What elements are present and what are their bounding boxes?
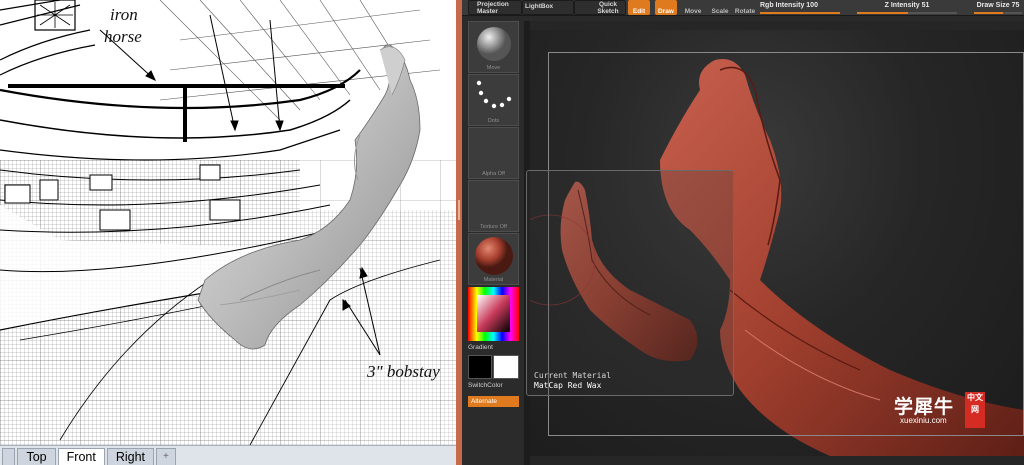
texture-caption: Texture Off	[480, 224, 507, 230]
watermark-chinese-text: 学犀牛	[894, 396, 955, 418]
material-tile[interactable]: Material	[468, 233, 519, 285]
brush-move-tile[interactable]: Move	[468, 21, 519, 73]
front-viewport[interactable]: iron horse 3" bobstay Top Front Right +	[0, 0, 456, 465]
secondary-color-swatch[interactable]	[493, 355, 519, 379]
gradient-label: Gradient	[468, 344, 493, 351]
add-tab-icon[interactable]: +	[156, 448, 176, 465]
tab-right[interactable]: Right	[106, 448, 155, 465]
iron-horse-label-line1: iron	[110, 5, 138, 24]
projection-master-button[interactable]: Projection Master	[468, 0, 522, 15]
rotate-button[interactable]: Rotate	[734, 0, 756, 15]
stroke-dots-tile[interactable]: Dots	[468, 74, 519, 126]
z-intensity-label: Z Intensity 51	[884, 2, 930, 9]
draw-button[interactable]: Draw	[655, 0, 677, 15]
move-caption: Move	[486, 65, 501, 71]
watermark-url: xuexiniu.com	[900, 416, 947, 425]
draw-size-label: Draw Size 75	[976, 2, 1020, 9]
draw-size-slider[interactable]: Draw Size 75	[974, 2, 1022, 14]
tab-left-arrow[interactable]	[2, 448, 16, 465]
main-color-swatch[interactable]	[468, 355, 492, 379]
dots-stroke-icon	[476, 80, 512, 109]
rgb-intensity-slider[interactable]: Rgb Intensity 100	[760, 2, 840, 14]
watermark-logo: 学犀牛 xuexiniu.com 中文网	[892, 392, 988, 430]
alpha-tile[interactable]: Alpha Off	[468, 127, 519, 179]
tab-front[interactable]: Front	[57, 448, 105, 465]
viewport-tab-bar: Top Front Right +	[0, 445, 456, 465]
watermark-badge: 中文网	[965, 392, 985, 428]
quick-sketch-button[interactable]: Quick Sketch	[574, 0, 626, 15]
z-intensity-slider[interactable]: Z Intensity 51	[857, 2, 957, 14]
color-picker-swatch	[468, 287, 519, 341]
edit-button[interactable]: Edit	[628, 0, 650, 15]
tray-divider	[462, 16, 1024, 21]
texture-tile[interactable]: Texture Off	[468, 180, 519, 232]
screenshot-root: iron horse 3" bobstay Top Front Right + …	[0, 0, 1024, 465]
zbrush-top-shelf: Projection Master LightBox Quick Sketch …	[462, 0, 1024, 16]
current-material-name: MatCap Red Wax	[534, 381, 602, 390]
bobstay-label: 3" bobstay	[367, 362, 440, 381]
rgb-intensity-label: Rgb Intensity 100	[760, 2, 818, 9]
move-brush-icon	[477, 27, 511, 61]
alternate-button[interactable]: Alternate	[468, 396, 519, 407]
left-shelf: Move Dots Alpha Off Texture Off Material	[462, 21, 524, 465]
material-caption: Material	[483, 277, 504, 283]
iron-horse-label-line2: horse	[104, 27, 142, 46]
scale-button[interactable]: Scale	[709, 0, 731, 15]
lightbox-button[interactable]: LightBox	[522, 0, 574, 15]
material-sphere-icon	[475, 237, 513, 275]
material-preview-popup	[526, 170, 734, 396]
dots-caption: Dots	[487, 118, 500, 124]
color-picker[interactable]	[468, 287, 519, 341]
current-material-label: Current Material	[534, 371, 612, 380]
tab-top[interactable]: Top	[17, 448, 56, 465]
alpha-caption: Alpha Off	[482, 171, 505, 177]
move-button[interactable]: Move	[682, 0, 704, 15]
switch-color-label[interactable]: SwitchColor	[468, 382, 503, 389]
